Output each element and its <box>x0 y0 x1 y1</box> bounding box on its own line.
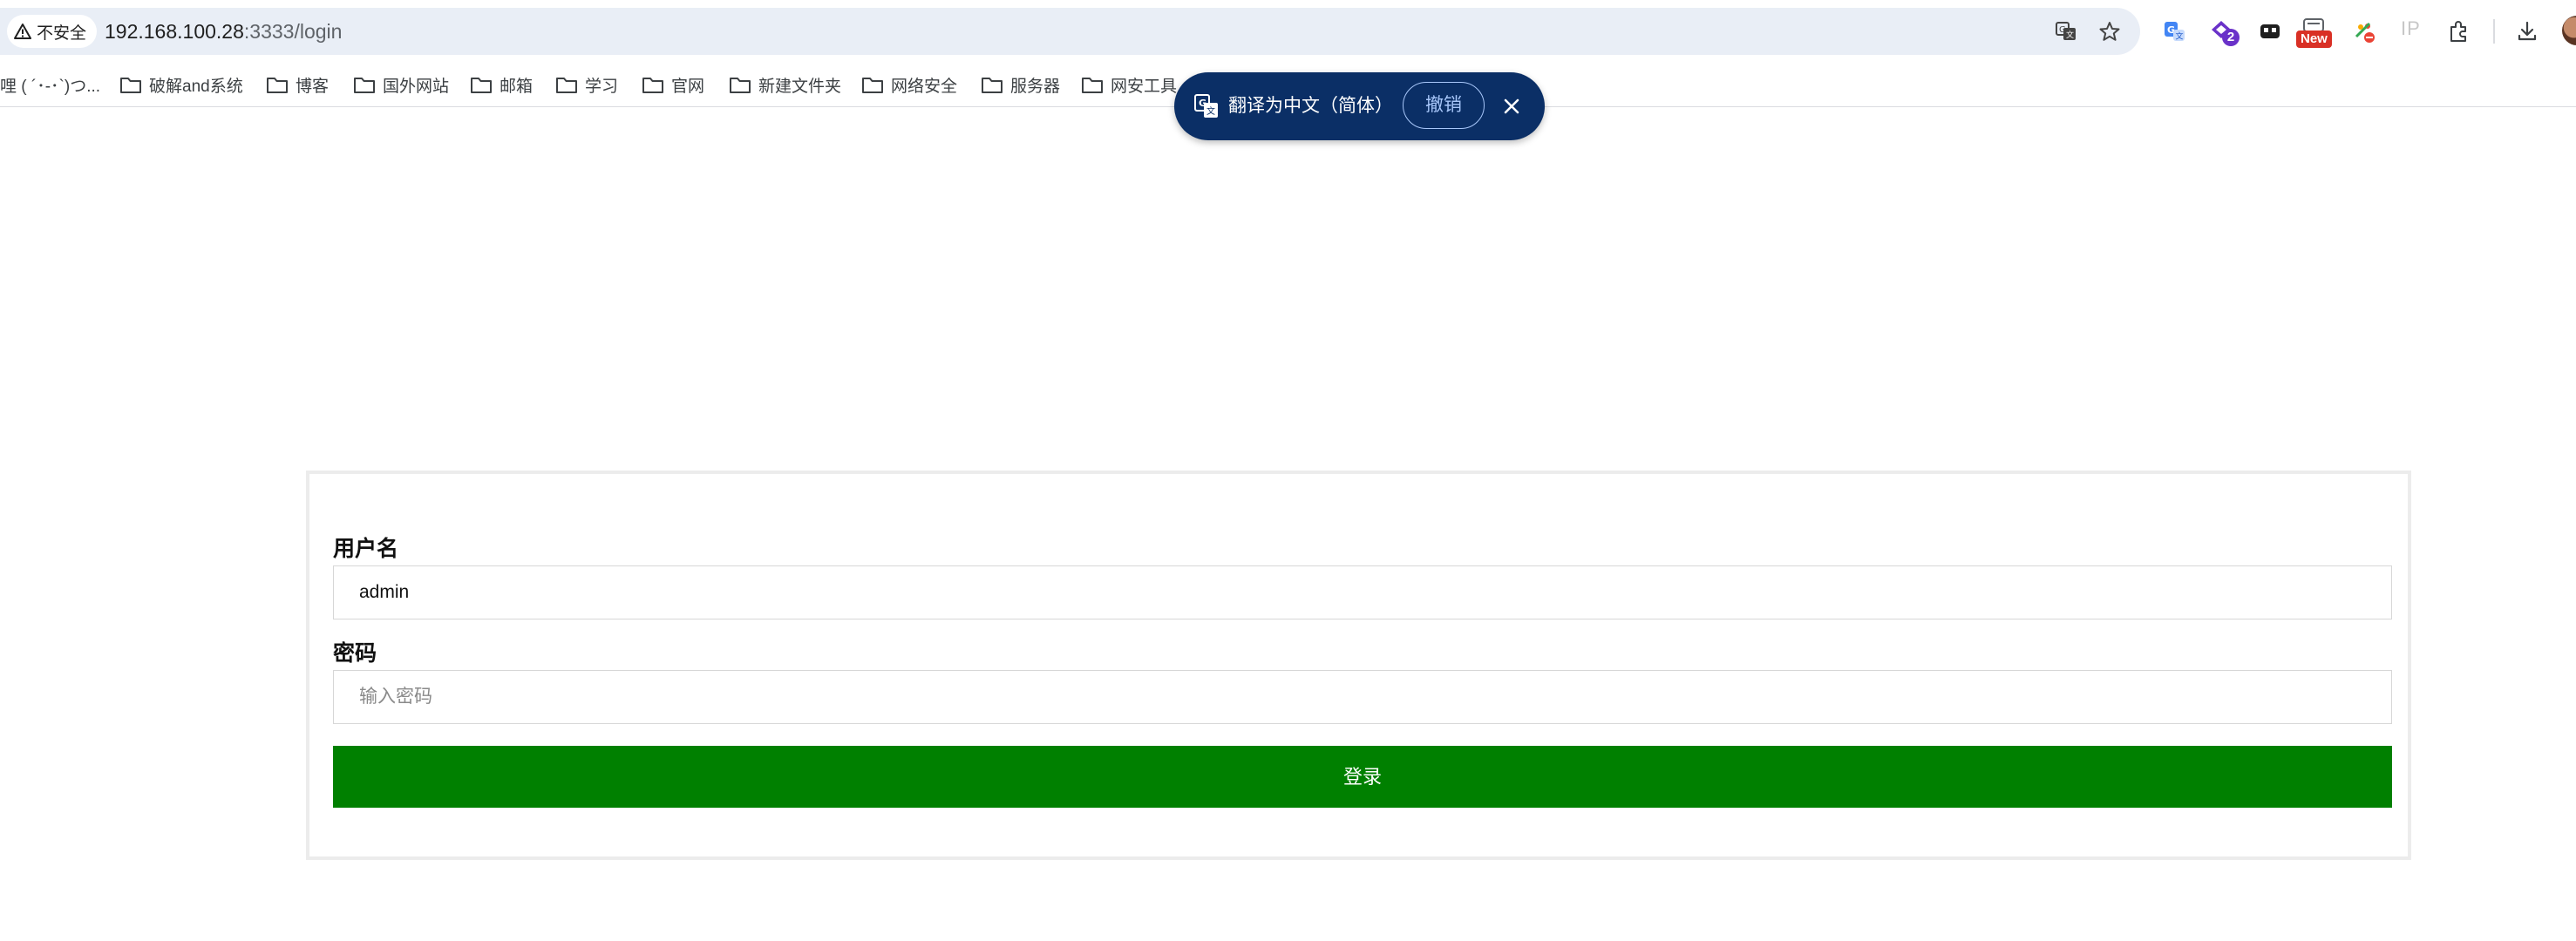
username-input[interactable]: admin <box>333 565 2392 619</box>
bookmark-label: 哩 ( ´･-･`)つ... <box>0 77 101 96</box>
login-card: 用户名 admin 密码 输入密码 登录 <box>306 470 2411 860</box>
security-indicator[interactable]: 不安全 <box>7 15 98 48</box>
folder-icon <box>120 78 141 93</box>
bookmark-label: 网络安全 <box>891 77 958 96</box>
bookmark-folder[interactable]: 邮箱 <box>470 63 533 106</box>
bookmark-folder[interactable]: 网安工具 <box>1081 63 1177 106</box>
bookmark-label: 博客 <box>296 77 330 96</box>
bookmark-folder[interactable]: 破解and系统 <box>119 63 243 106</box>
url-path: :3333/login <box>243 20 343 43</box>
folder-icon <box>556 78 577 93</box>
bookmark-label: 邮箱 <box>500 77 534 96</box>
bookmark-label: 服务器 <box>1010 77 1061 96</box>
bookmark-folder[interactable]: 网络安全 <box>861 63 957 106</box>
folder-icon <box>267 78 288 93</box>
browser-toolbar: 不安全 192.168.100.28:3333/login G 文 G 文 2 <box>0 0 2576 63</box>
new-badge: New <box>2296 30 2332 48</box>
folder-icon <box>354 78 375 93</box>
bookmark-label: 官网 <box>671 77 705 96</box>
password-label: 密码 <box>333 641 377 666</box>
profile-avatar[interactable] <box>2562 16 2576 45</box>
bookmark-label: 学习 <box>585 77 619 96</box>
bookmark-item[interactable]: 哩 ( ´･-･`)つ... <box>0 63 100 106</box>
warning-icon <box>14 24 31 39</box>
folder-icon <box>982 78 1003 93</box>
ip-extension-icon[interactable]: IP <box>2401 17 2421 40</box>
url-host: 192.168.100.28 <box>105 20 244 43</box>
bookmark-folder[interactable]: 官网 <box>642 63 704 106</box>
address-bar[interactable]: 不安全 192.168.100.28:3333/login G 文 <box>0 8 2140 55</box>
bookmark-folder[interactable]: 国外网站 <box>353 63 449 106</box>
extension-count-badge: 2 <box>2222 29 2240 46</box>
puzzle-icon[interactable] <box>2447 19 2471 44</box>
login-button[interactable]: 登录 <box>333 746 2392 808</box>
folder-icon <box>642 78 663 93</box>
translate-extension-icon[interactable]: G 文 <box>2162 19 2186 44</box>
bookmark-label: 国外网站 <box>383 77 450 96</box>
bookmark-folder[interactable]: 学习 <box>555 63 618 106</box>
translate-bar: G 文 翻译为中文（简体） 撤销 <box>1174 72 1545 140</box>
bookmark-star-icon[interactable] <box>2098 20 2121 43</box>
folder-icon <box>471 78 492 93</box>
translate-message: 翻译为中文（简体） <box>1228 96 1393 116</box>
url-text[interactable]: 192.168.100.28:3333/login <box>105 8 342 55</box>
bookmark-folder[interactable]: 服务器 <box>981 63 1060 106</box>
bookmark-label: 破解and系统 <box>149 77 243 96</box>
bookmark-label: 网安工具 <box>1111 77 1178 96</box>
folder-icon <box>730 78 751 93</box>
bookmark-label: 新建文件夹 <box>758 77 842 96</box>
username-label: 用户名 <box>333 537 399 561</box>
undo-translate-button[interactable]: 撤销 <box>1403 82 1485 129</box>
folder-icon <box>862 78 883 93</box>
translate-icon: G 文 <box>1194 94 1218 118</box>
security-label: 不安全 <box>37 24 87 43</box>
svg-text:文: 文 <box>2066 30 2074 40</box>
game-extension-icon[interactable] <box>2258 19 2282 44</box>
download-icon[interactable] <box>2515 19 2539 44</box>
bookmark-folder[interactable]: 新建文件夹 <box>729 63 841 106</box>
palette-extension-icon[interactable] <box>2352 19 2376 44</box>
svg-text:文: 文 <box>1206 105 1215 117</box>
password-input[interactable]: 输入密码 <box>333 670 2392 724</box>
svg-text:文: 文 <box>2176 31 2184 42</box>
bookmark-folder[interactable]: 博客 <box>266 63 329 106</box>
folder-icon <box>1082 78 1103 93</box>
toolbar-separator <box>2493 19 2495 44</box>
translate-page-icon[interactable]: G 文 <box>2055 20 2077 43</box>
close-icon[interactable] <box>1501 96 1522 117</box>
